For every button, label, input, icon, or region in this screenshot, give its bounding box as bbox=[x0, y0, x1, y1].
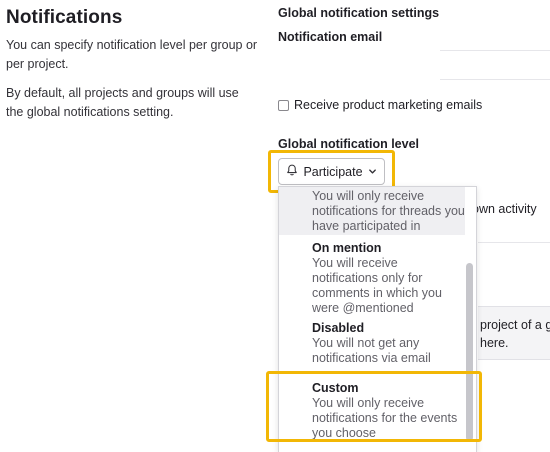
notification-email-field[interactable] bbox=[440, 50, 550, 80]
notifications-description: You can specify notification level per g… bbox=[6, 38, 258, 71]
menu-item-on-mention[interactable]: On mention You will receive notification… bbox=[279, 241, 465, 315]
notification-email-label: Notification email bbox=[278, 30, 383, 44]
notifications-page: Notifications You can specify notificati… bbox=[0, 0, 550, 452]
notifications-default-note: By default, all projects and groups will… bbox=[6, 86, 239, 119]
notification-level-dropdown-button[interactable]: Participate bbox=[278, 158, 385, 185]
global-settings-heading: Global notification settings bbox=[278, 6, 440, 20]
menu-item-desc: You will only receive notifications for … bbox=[312, 189, 465, 233]
menu-scrollbar[interactable] bbox=[466, 263, 473, 441]
own-activity-text: own activity bbox=[472, 202, 537, 216]
global-level-label: Global notification level bbox=[278, 137, 419, 151]
chevron-down-icon bbox=[368, 165, 377, 179]
alert-text-line1: project of a g bbox=[480, 318, 550, 332]
menu-item-desc: You will not get any notifications via e… bbox=[312, 336, 431, 365]
notification-level-menu: You will only receive notifications for … bbox=[278, 186, 477, 452]
marketing-emails-label[interactable]: Receive product marketing emails bbox=[294, 98, 482, 112]
info-alert bbox=[478, 306, 550, 360]
bell-icon bbox=[286, 164, 298, 179]
section-divider bbox=[478, 242, 550, 243]
notification-level-value: Participate bbox=[303, 164, 363, 179]
menu-item-participate[interactable]: You will only receive notifications for … bbox=[279, 187, 465, 235]
marketing-emails-checkbox[interactable] bbox=[278, 99, 289, 111]
menu-item-desc: You will only receive notifications for … bbox=[312, 396, 458, 440]
alert-text-line2: here. bbox=[480, 336, 509, 350]
page-title: Notifications bbox=[6, 7, 123, 28]
menu-item-title: On mention bbox=[312, 241, 382, 255]
menu-item-title: Disabled bbox=[312, 321, 365, 335]
marketing-emails-row[interactable]: Receive product marketing emails bbox=[278, 98, 482, 112]
menu-item-custom[interactable]: Custom You will only receive notificatio… bbox=[279, 381, 465, 440]
menu-item-desc: You will receive notifications only for … bbox=[312, 256, 442, 315]
menu-item-title: Custom bbox=[312, 381, 359, 395]
menu-item-disabled[interactable]: Disabled You will not get any notificati… bbox=[279, 321, 465, 365]
